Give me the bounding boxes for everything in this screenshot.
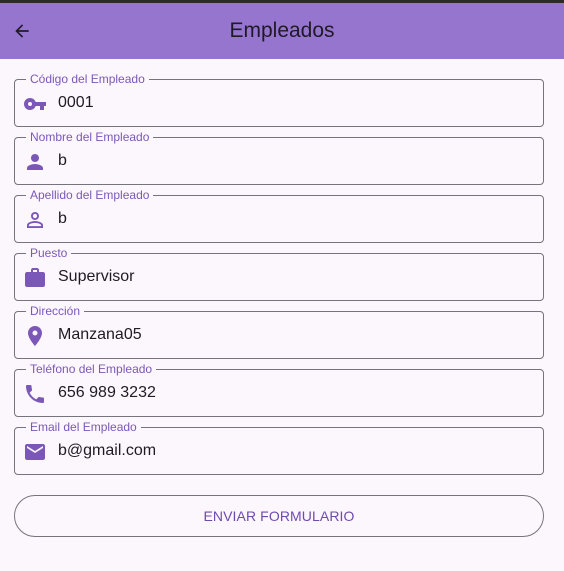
employee-name-label: Nombre del Empleado — [26, 130, 154, 144]
employee-code-field[interactable]: Código del Empleado 0001 — [14, 72, 544, 127]
app-bar: Empleados — [0, 3, 564, 59]
employee-name-field[interactable]: Nombre del Empleado b — [14, 130, 544, 185]
employee-name-input[interactable]: b — [58, 138, 67, 184]
employee-lastname-input[interactable]: b — [58, 196, 67, 242]
phone-input[interactable]: 656 989 3232 — [58, 370, 156, 416]
email-input[interactable]: b@gmail.com — [58, 428, 156, 474]
position-field[interactable]: Puesto Supervisor — [14, 246, 544, 301]
position-input[interactable]: Supervisor — [58, 254, 134, 300]
work-icon — [23, 266, 47, 290]
submit-form-button[interactable]: ENVIAR FORMULARIO — [14, 495, 544, 537]
address-field[interactable]: Dirección Manzana05 — [14, 304, 544, 359]
employee-lastname-label: Apellido del Empleado — [26, 188, 154, 202]
address-input[interactable]: Manzana05 — [58, 312, 142, 358]
location-pin-icon — [23, 324, 47, 348]
employee-code-input[interactable]: 0001 — [58, 80, 94, 126]
person-outline-icon — [23, 208, 47, 232]
email-field[interactable]: Email del Empleado b@gmail.com — [14, 420, 544, 475]
key-icon — [23, 92, 47, 116]
employee-lastname-field[interactable]: Apellido del Empleado b — [14, 188, 544, 243]
phone-icon — [23, 382, 47, 406]
person-icon — [23, 150, 47, 174]
back-button[interactable] — [6, 15, 38, 47]
phone-field[interactable]: Teléfono del Empleado 656 989 3232 — [14, 362, 544, 417]
page-title: Empleados — [229, 19, 335, 42]
email-icon — [23, 440, 47, 464]
arrow-back-icon — [15, 24, 29, 38]
